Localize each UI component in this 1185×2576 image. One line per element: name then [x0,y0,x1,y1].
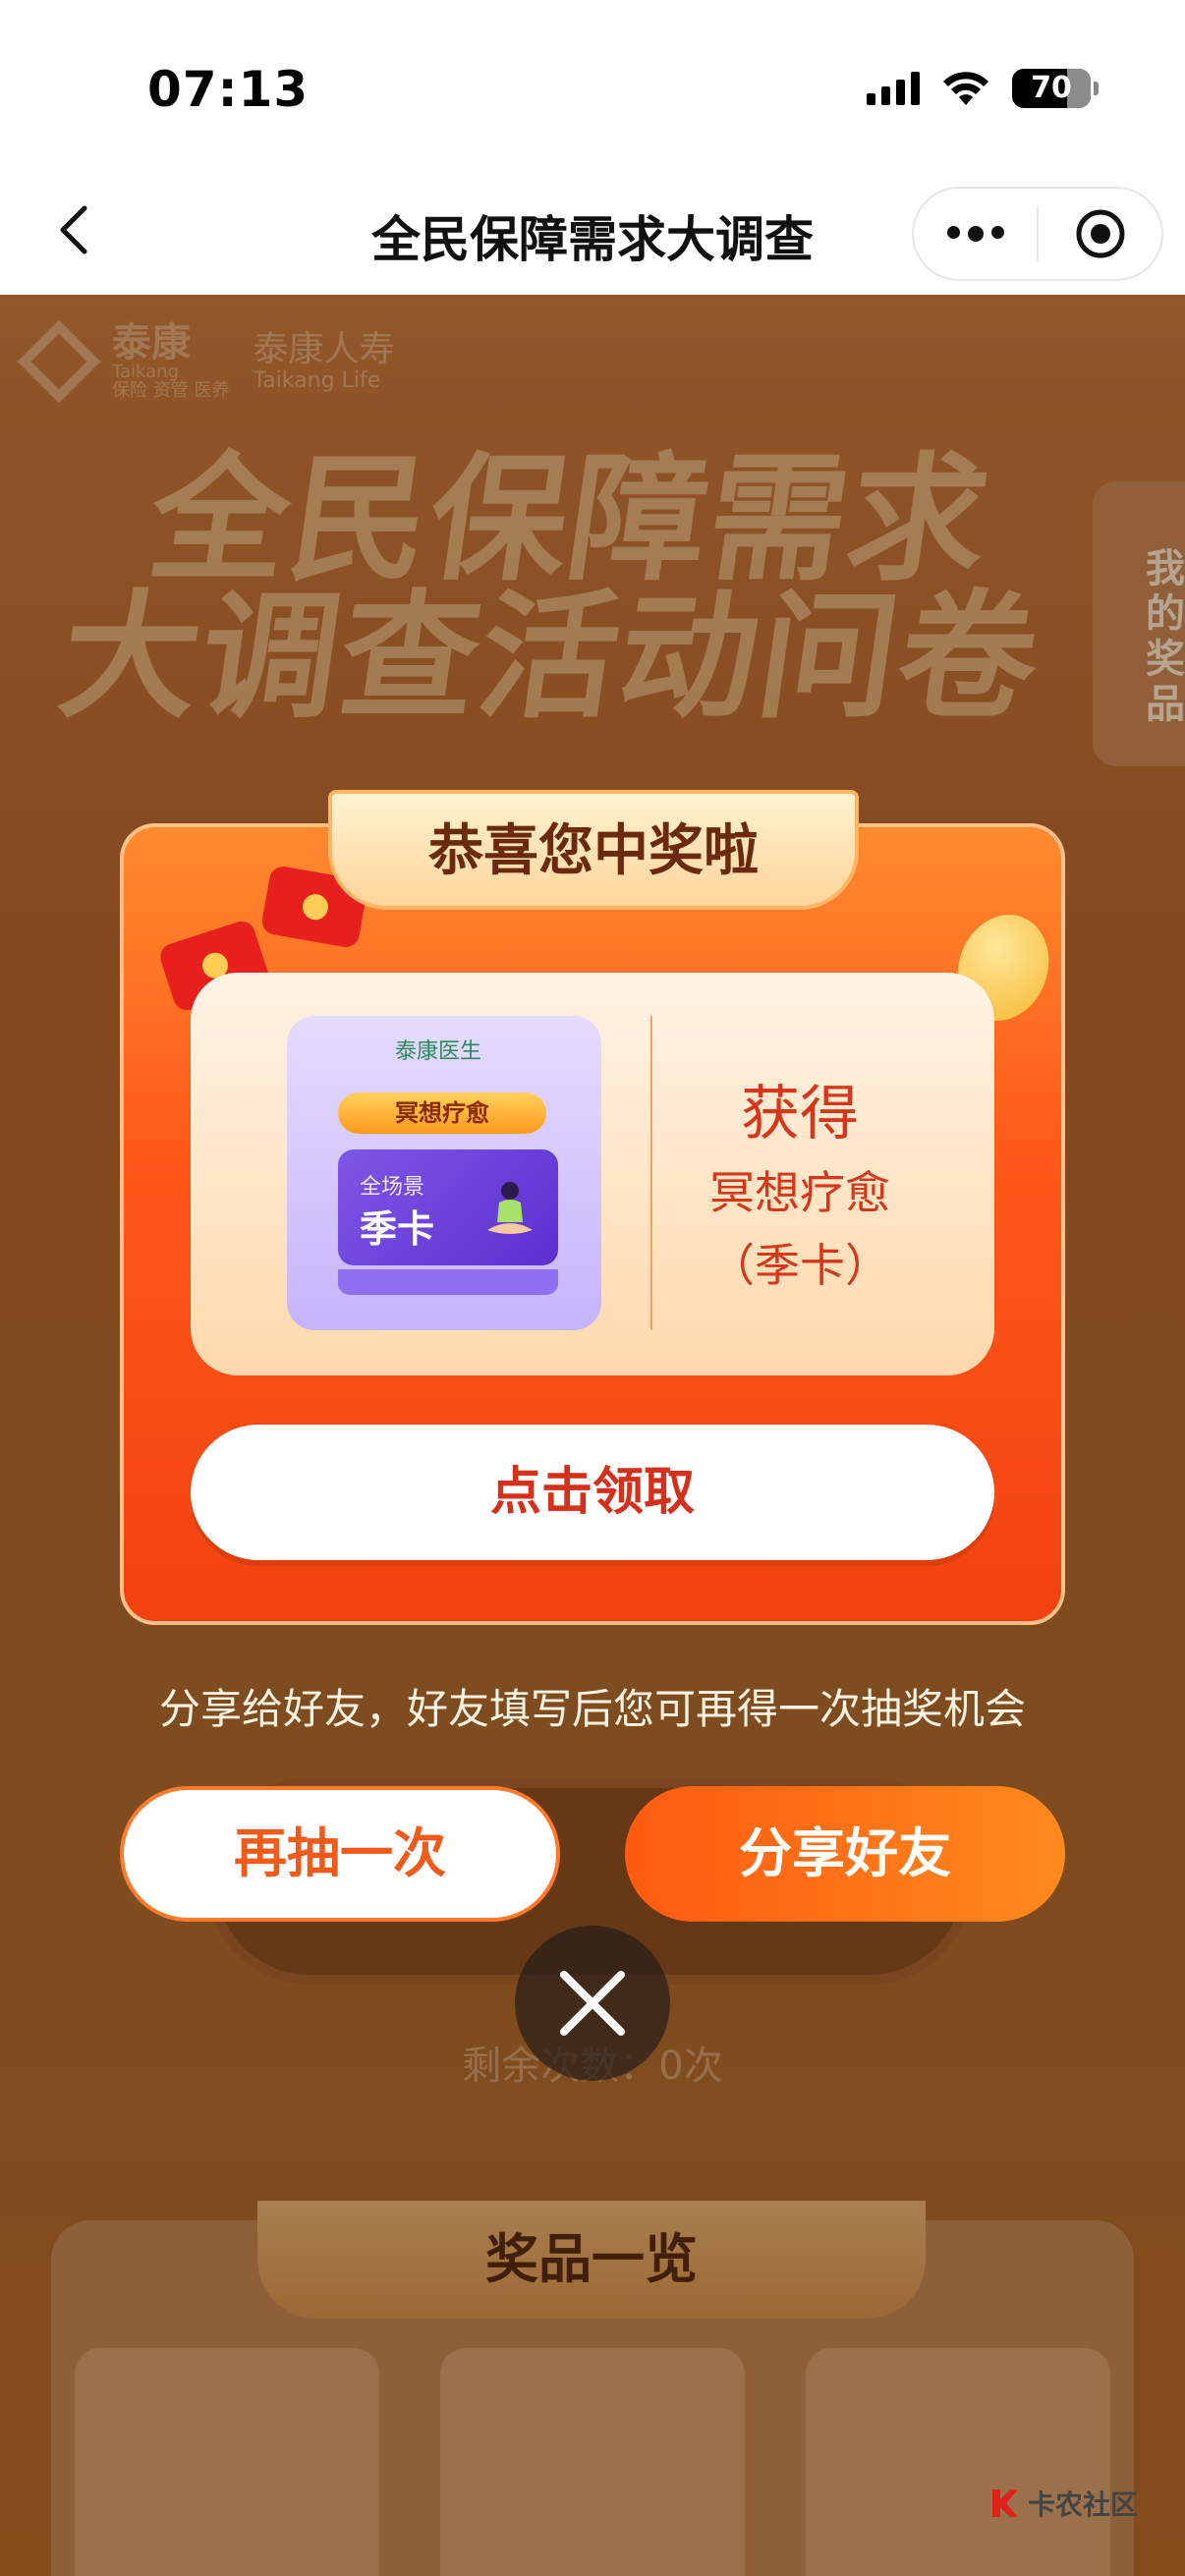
target-icon [1076,209,1124,258]
prize-image-pill: 冥想疗愈 [338,1092,546,1134]
battery-icon: 70 [1012,69,1099,108]
meditation-person-icon [487,1182,533,1234]
watermark-text: 卡农社区 [1028,2489,1139,2521]
mini-program-capsule [912,187,1163,281]
share-hint: 分享给好友，好友填写后您可再得一次抽奖机会 [158,1685,1026,1733]
prize-image-player-bar [338,1269,558,1295]
status-icons: 70 [867,69,1099,108]
more-dots-icon[interactable] [914,226,1037,242]
battery-level: 70 [1031,71,1072,105]
signal-icon [867,72,920,105]
watermark-logo-icon [992,2490,1018,2517]
draw-again-button[interactable]: 再抽一次 [120,1786,560,1922]
prize-image-card-line1: 全场景 [360,1175,425,1200]
prize-image-card: 全场景 季卡 [338,1149,558,1265]
prize-image-brand: 泰康医生 [395,1039,482,1064]
prize-get-label: 获得 [741,1080,859,1148]
prize-period: （季卡） [709,1239,890,1292]
prize-image-card-line2: 季卡 [360,1207,435,1251]
prize-image: 泰康医生 冥想疗愈 全场景 季卡 [287,1016,601,1330]
claim-button[interactable]: 点击领取 [191,1425,994,1560]
close-dialog-button[interactable] [515,1926,670,2081]
dialog-title: 恭喜您中奖啦 [328,790,859,910]
share-friends-button[interactable]: 分享好友 [625,1786,1065,1922]
watermark: 卡农社区 [987,2484,1138,2523]
status-bar: 07:13 70 [0,0,1185,177]
nav-bar: 全民保障需求大调查 [0,177,1185,295]
close-icon [560,1971,625,2036]
wifi-icon [943,72,988,105]
close-mini-program-button[interactable] [1039,206,1161,261]
prize-name: 冥想疗愈 [709,1166,890,1219]
status-time: 07:13 [147,61,310,118]
